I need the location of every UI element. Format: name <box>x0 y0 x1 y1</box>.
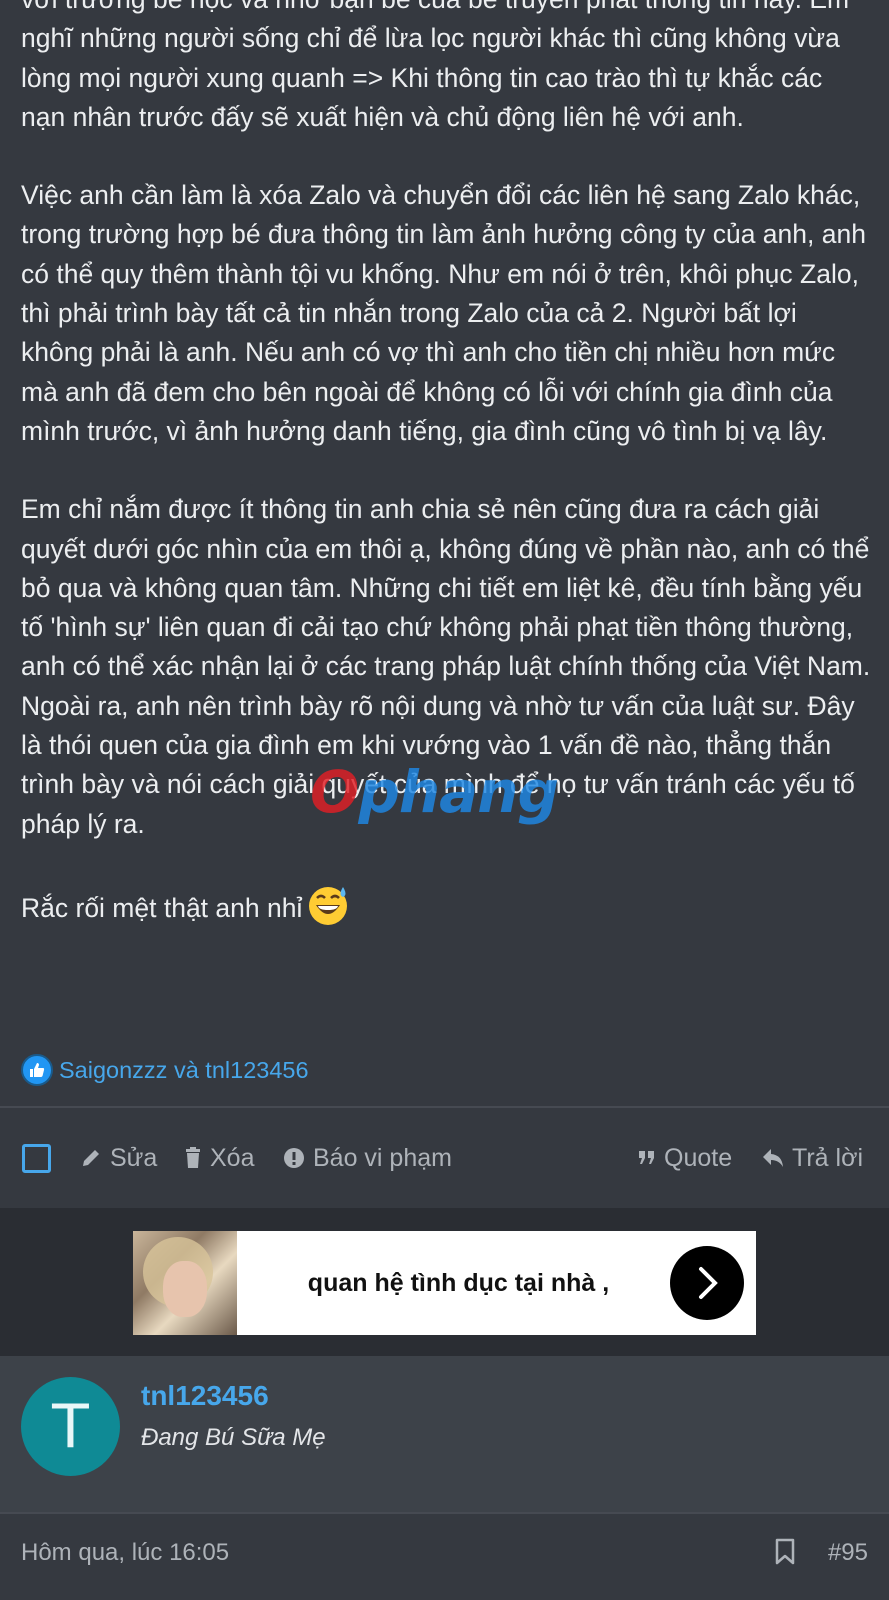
watermark-logo: Ophang <box>310 758 559 826</box>
ad-section: quan hệ tình dục tại nhà , <box>0 1208 889 1356</box>
reply-label: Trả lời <box>792 1143 864 1172</box>
edit-button[interactable]: Sửa <box>80 1108 157 1208</box>
grinning-sweat-emoji <box>309 886 348 925</box>
quote-button[interactable]: Quote <box>638 1108 732 1208</box>
quote-label: Quote <box>664 1143 733 1172</box>
post-paragraph: Rắc rối mệt thật anh nhỉ <box>21 892 303 923</box>
chevron-right-icon[interactable] <box>670 1246 744 1320</box>
reactions-users-link[interactable]: Saigonzzz và tnl123456 <box>59 1057 309 1084</box>
bookmark-icon[interactable] <box>774 1538 796 1566</box>
ad-image <box>133 1231 237 1335</box>
pencil-icon <box>83 1150 99 1166</box>
post-paragraph: với trường bé học và nhờ bạn bè của bé t… <box>21 0 849 132</box>
reply-icon <box>763 1149 783 1167</box>
report-button[interactable]: Báo vi phạm <box>283 1108 452 1208</box>
ad-banner[interactable]: quan hệ tình dục tại nhà , <box>133 1231 756 1335</box>
quote-icon <box>639 1151 654 1164</box>
report-label: Báo vi phạm <box>313 1143 452 1172</box>
author-title: Đang Bú Sữa Mẹ <box>141 1424 326 1451</box>
checkbox-icon <box>22 1143 51 1173</box>
reply-button[interactable]: Trả lời <box>762 1108 863 1208</box>
post-paragraph: Việc anh cần làm là xóa Zalo và chuyển đ… <box>21 180 866 446</box>
post-paragraph-last: Rắc rối mệt thật anh nhỉ <box>21 883 871 928</box>
post-date[interactable]: Hôm qua, lúc 16:05 <box>21 1539 229 1567</box>
post-number[interactable]: #95 <box>828 1539 868 1567</box>
trash-icon <box>186 1147 200 1168</box>
thumbs-up-icon <box>21 1054 53 1086</box>
delete-label: Xóa <box>210 1143 255 1172</box>
alert-circle-icon <box>284 1148 304 1168</box>
ad-text: quan hệ tình dục tại nhà , <box>307 1268 610 1297</box>
post-container: với trường bé học và nhờ bạn bè của bé t… <box>0 0 889 1208</box>
author-block: T tnl123456 Đang Bú Sữa Mẹ <box>0 1356 889 1512</box>
select-checkbox[interactable] <box>22 1108 51 1208</box>
avatar[interactable]: T <box>21 1377 120 1476</box>
post-action-bar: Sửa Xóa Báo vi phạm Quote Trả lời <box>0 1108 889 1208</box>
delete-button[interactable]: Xóa <box>184 1108 254 1208</box>
edit-label: Sửa <box>110 1143 158 1172</box>
post-meta: Hôm qua, lúc 16:05 #95 <box>0 1514 889 1600</box>
reactions-summary[interactable]: Saigonzzz và tnl123456 <box>21 1054 309 1086</box>
author-username[interactable]: tnl123456 <box>141 1380 269 1412</box>
